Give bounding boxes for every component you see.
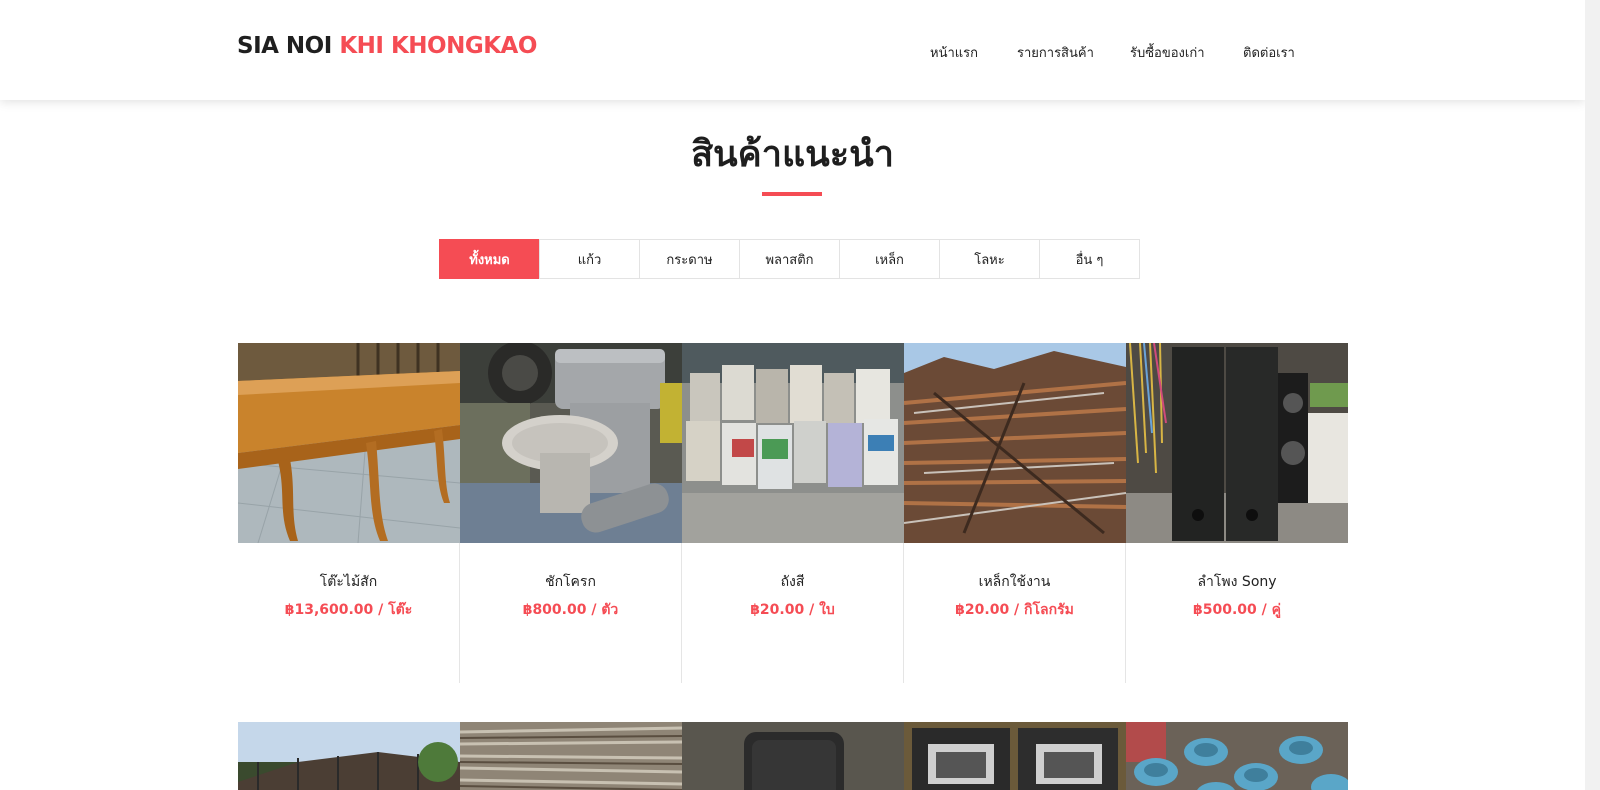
product-name[interactable]: ถังสี [682, 571, 903, 593]
product-price: ฿800.00 / ตัว [522, 602, 619, 618]
product-grid-row2 [238, 722, 1348, 790]
product-card[interactable]: ถังสี ฿20.00 / ใบ [682, 343, 904, 683]
page-scrollbar[interactable] [1585, 0, 1600, 790]
product-name[interactable]: ชักโครก [460, 571, 681, 593]
section-title: สินค้าแนะนำ [691, 134, 894, 175]
scrap-iron-photo[interactable] [904, 343, 1126, 543]
product-price: ฿13,600.00 / โต๊ะ [284, 602, 413, 618]
product-card[interactable]: เหล็กใช้งาน ฿20.00 / กิโลกรัม [904, 343, 1126, 683]
nav-contact[interactable]: ติดต่อเรา [1243, 42, 1295, 63]
product-name[interactable]: โต๊ะไม้สัก [238, 571, 459, 593]
speaker-boxes-photo[interactable] [904, 722, 1126, 790]
toilet-photo[interactable] [460, 343, 682, 543]
filter-glass[interactable]: แก้ว [539, 239, 640, 279]
filter-other[interactable]: อื่น ๆ [1039, 239, 1140, 279]
paint-bucket-photo[interactable] [682, 343, 904, 543]
product-name[interactable]: ลำโพง Sony [1126, 571, 1348, 593]
product-card[interactable]: ลำโพง Sony ฿500.00 / คู่ [1126, 343, 1348, 683]
title-underline [762, 192, 822, 196]
office-chair-photo[interactable] [682, 722, 904, 790]
product-grid: โต๊ะไม้สัก ฿13,600.00 / โต๊ะ ชักโครก ฿80… [238, 343, 1348, 683]
main-nav: หน้าแรก รายการสินค้า รับซื้อของเก่า ติดต… [0, 42, 1600, 62]
filter-plastic[interactable]: พลาสติก [739, 239, 840, 279]
speaker-photo[interactable] [1126, 343, 1348, 543]
nav-products[interactable]: รายการสินค้า [1017, 42, 1094, 63]
product-card[interactable]: ชักโครก ฿800.00 / ตัว [460, 343, 682, 683]
product-name[interactable]: เหล็กใช้งาน [904, 571, 1125, 593]
product-card[interactable]: โต๊ะไม้สัก ฿13,600.00 / โต๊ะ [238, 343, 460, 683]
filter-iron[interactable]: เหล็ก [839, 239, 940, 279]
newspaper-stack-photo[interactable] [460, 722, 682, 790]
product-price: ฿20.00 / กิโลกรัม [955, 602, 1074, 618]
site-header: SIA NOI KHI KHONGKAO หน้าแรก รายการสินค้… [0, 0, 1585, 100]
blue-pipes-photo[interactable] [1126, 722, 1348, 790]
nav-home[interactable]: หน้าแรก [930, 42, 978, 63]
page: SIA NOI KHI KHONGKAO หน้าแรก รายการสินค้… [0, 0, 1600, 790]
metal-railing-photo[interactable] [238, 722, 460, 790]
filter-metal[interactable]: โลหะ [939, 239, 1040, 279]
teak-table-photo[interactable] [238, 343, 460, 543]
filter-paper[interactable]: กระดาษ [639, 239, 740, 279]
category-filters: ทั้งหมด แก้ว กระดาษ พลาสติก เหล็ก โลหะ อ… [439, 239, 1140, 279]
nav-buy-used[interactable]: รับซื้อของเก่า [1130, 42, 1205, 63]
product-price: ฿500.00 / คู่ [1193, 602, 1281, 618]
filter-all[interactable]: ทั้งหมด [439, 239, 540, 279]
product-price: ฿20.00 / ใบ [750, 602, 835, 618]
